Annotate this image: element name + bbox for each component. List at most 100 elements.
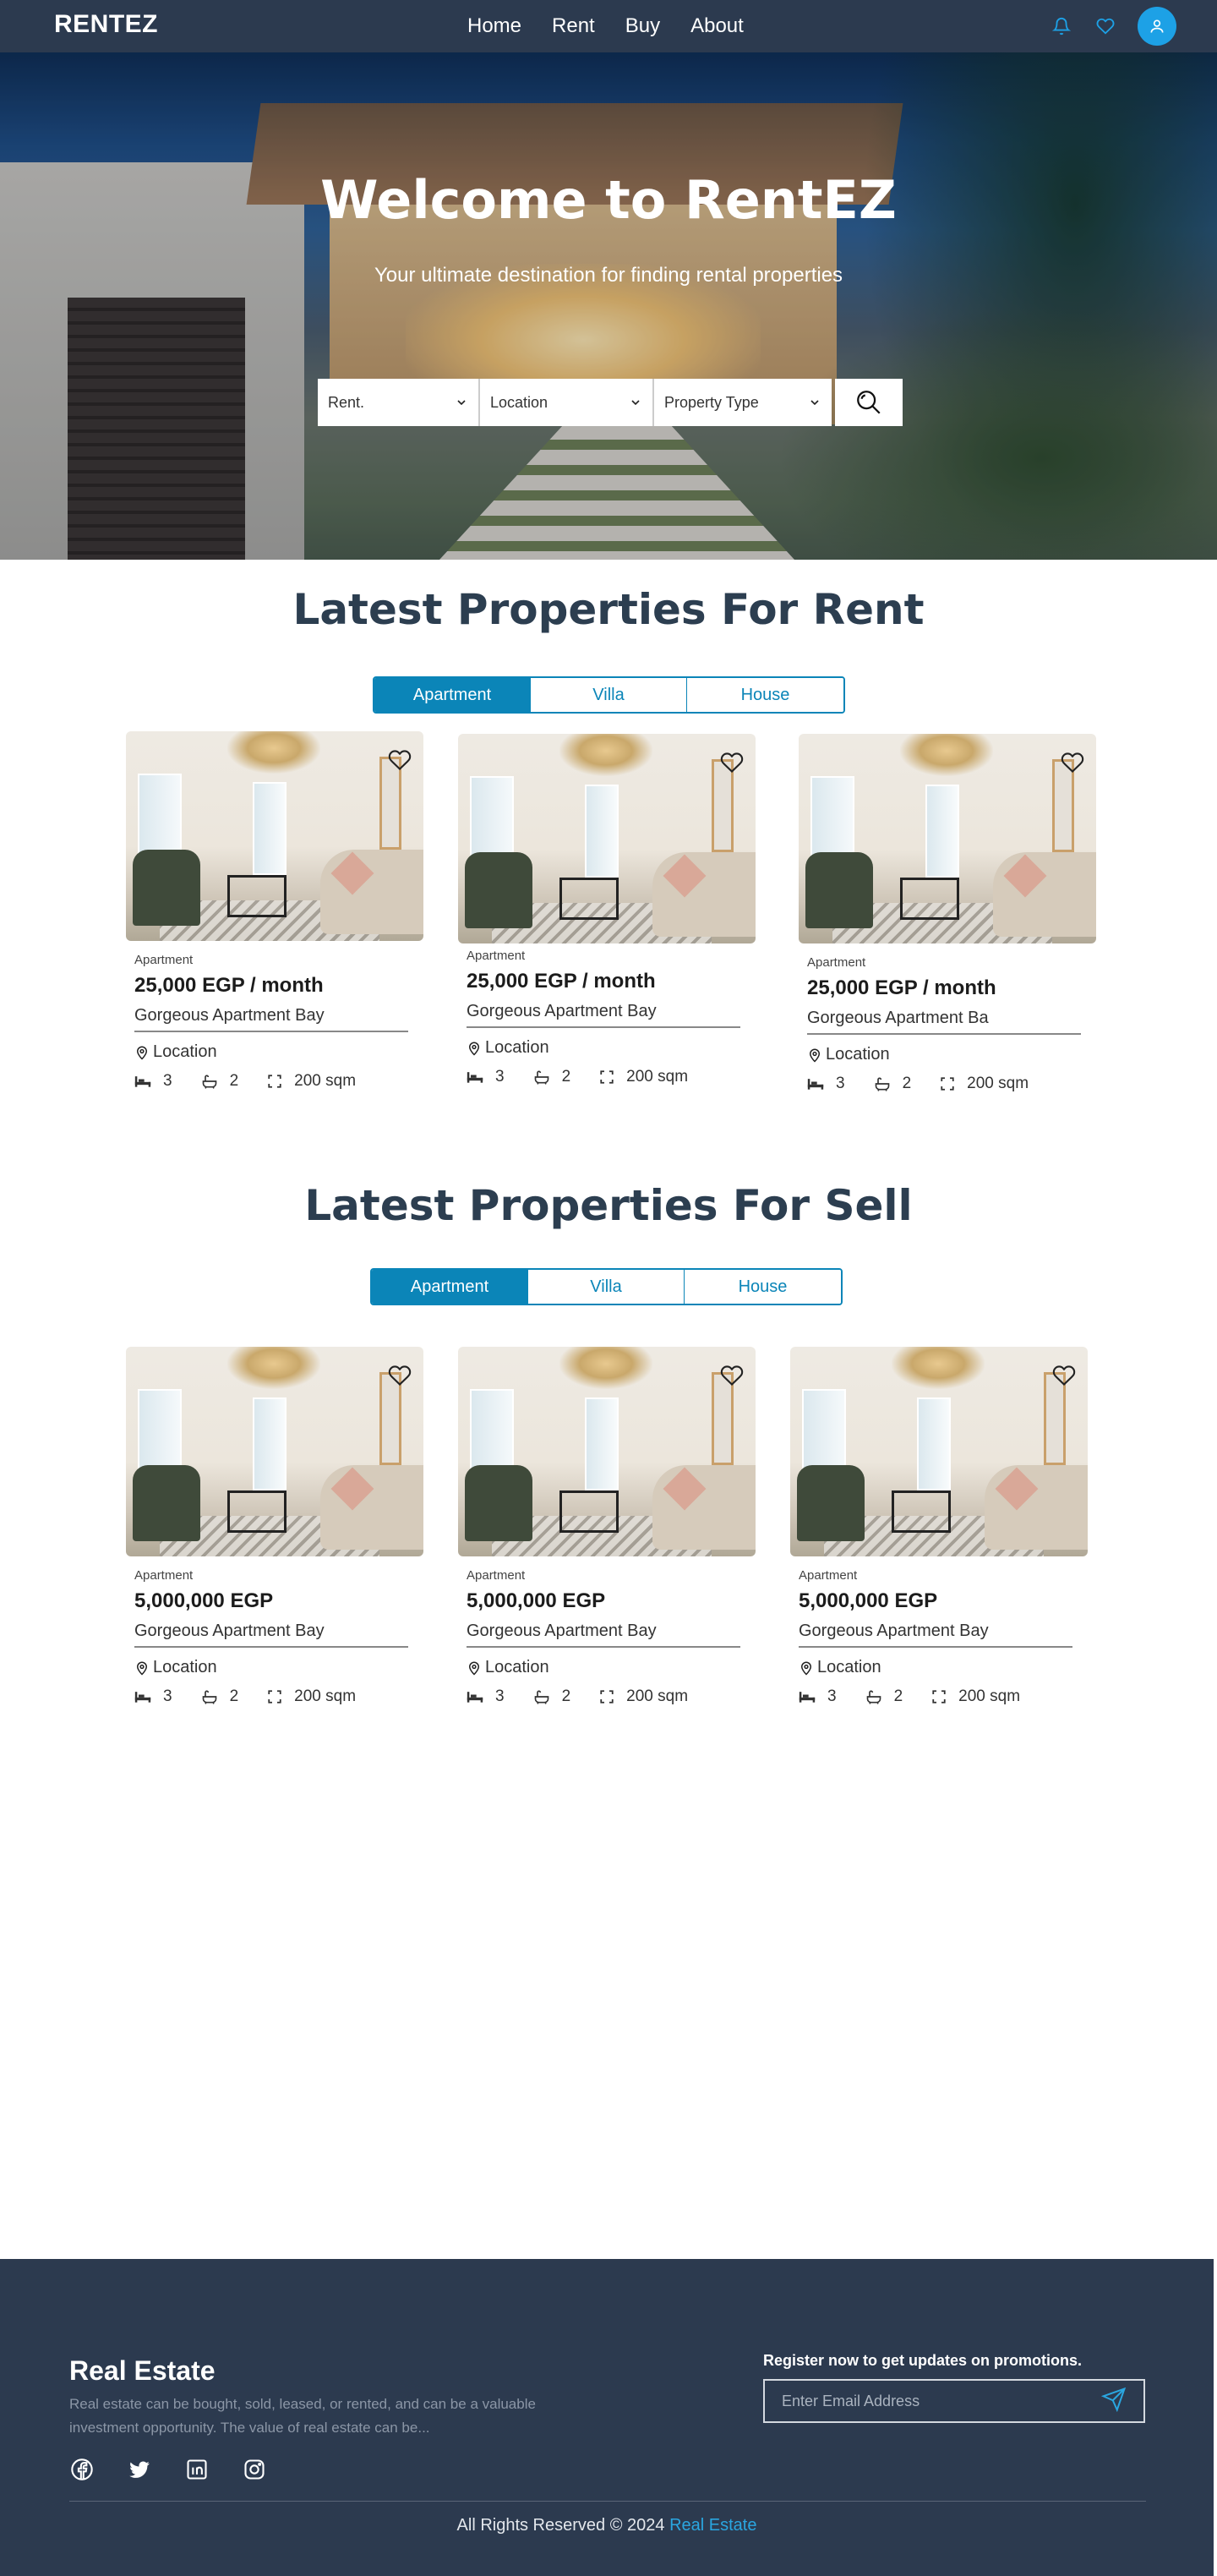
property-photo[interactable] <box>458 734 756 943</box>
property-photo[interactable] <box>458 1347 756 1556</box>
footer-divider <box>69 2501 1146 2502</box>
bath-icon <box>534 1690 548 1704</box>
property-price: 5,000,000 EGP <box>799 1589 938 1612</box>
newsletter-form <box>763 2379 1145 2423</box>
area-icon <box>600 1690 614 1704</box>
location-select[interactable]: Location <box>480 379 654 426</box>
property-type: Apartment <box>134 953 194 967</box>
property-name[interactable]: Gorgeous Apartment Bay <box>799 1622 1072 1648</box>
property-location: Location <box>467 1038 756 1058</box>
area-icon <box>268 1690 281 1704</box>
favorite-heart-icon[interactable] <box>720 751 744 774</box>
bed-count: 3 <box>827 1687 837 1705</box>
sell-tab-house[interactable]: House <box>685 1270 841 1304</box>
footer-social-links <box>69 2457 267 2482</box>
facebook-icon[interactable] <box>69 2457 95 2482</box>
property-name[interactable]: Gorgeous Apartment Bay <box>134 1006 408 1032</box>
location-pin-icon <box>809 1048 821 1063</box>
property-name[interactable]: Gorgeous Apartment Ba <box>807 1009 1081 1035</box>
location-pin-icon <box>800 1661 812 1676</box>
rent-property-card[interactable]: Apartment 25,000 EGP / month Gorgeous Ap… <box>126 731 423 1091</box>
rent-property-card[interactable]: Apartment 25,000 EGP / month Gorgeous Ap… <box>458 734 756 1086</box>
property-photo[interactable] <box>126 731 423 941</box>
favorite-heart-icon[interactable] <box>1061 751 1084 774</box>
sell-property-card[interactable]: Apartment 5,000,000 EGP Gorgeous Apartme… <box>126 1347 423 1706</box>
bath-icon <box>534 1070 548 1085</box>
sell-tab-apartment[interactable]: Apartment <box>372 1270 528 1304</box>
instagram-icon[interactable] <box>242 2457 267 2482</box>
twitter-icon[interactable] <box>127 2457 152 2482</box>
property-location: Location <box>134 1658 423 1677</box>
email-input[interactable] <box>782 2392 1069 2410</box>
bed-icon <box>134 1076 151 1087</box>
rent-tab-house[interactable]: House <box>687 678 843 712</box>
property-type: Apartment <box>467 949 526 963</box>
footer-description: Real estate can be bought, sold, leased,… <box>69 2396 536 2436</box>
linkedin-icon[interactable] <box>184 2457 210 2482</box>
area-value: 200 sqm <box>294 1687 357 1705</box>
hero-banner: Welcome to RentEZ Your ultimate destinat… <box>0 52 1217 560</box>
property-name[interactable]: Gorgeous Apartment Bay <box>134 1622 408 1648</box>
property-type-select-value: Property Type <box>664 393 759 411</box>
area-icon <box>600 1070 614 1084</box>
bath-count: 2 <box>229 1072 239 1090</box>
rent-section-title: Latest Properties For Rent <box>292 585 925 634</box>
rent-tab-apartment[interactable]: Apartment <box>374 678 531 712</box>
area-value: 200 sqm <box>294 1072 357 1090</box>
footer-register-text: Register now to get updates on promotion… <box>763 2352 1083 2369</box>
property-name[interactable]: Gorgeous Apartment Bay <box>467 1622 740 1648</box>
nav-link-home[interactable]: Home <box>467 14 521 38</box>
sell-property-card[interactable]: Apartment 5,000,000 EGP Gorgeous Apartme… <box>458 1347 756 1706</box>
property-price: 25,000 EGP / month <box>807 976 996 999</box>
bath-count: 2 <box>893 1687 903 1705</box>
bell-icon[interactable] <box>1050 14 1073 38</box>
property-type-select[interactable]: Property Type <box>654 379 832 426</box>
user-icon <box>1150 19 1164 33</box>
search-icon <box>857 391 881 414</box>
property-photo[interactable] <box>790 1347 1088 1556</box>
sell-property-card[interactable]: Apartment 5,000,000 EGP Gorgeous Apartme… <box>790 1347 1088 1706</box>
send-button[interactable] <box>1100 2387 1127 2416</box>
property-photo[interactable] <box>799 734 1096 943</box>
search-button[interactable] <box>835 379 903 426</box>
nav-link-about[interactable]: About <box>690 14 744 38</box>
property-photo[interactable] <box>126 1347 423 1556</box>
sell-tab-villa[interactable]: Villa <box>528 1270 685 1304</box>
rent-property-card[interactable]: Apartment 25,000 EGP / month Gorgeous Ap… <box>799 734 1096 1093</box>
footer: Real Estate Real estate can be bought, s… <box>0 2259 1214 2576</box>
favorite-heart-icon[interactable] <box>388 1364 412 1387</box>
bed-count: 3 <box>163 1072 172 1090</box>
area-value: 200 sqm <box>626 1068 689 1086</box>
type-select[interactable]: Rent. <box>318 379 480 426</box>
chevron-down-icon <box>631 400 640 406</box>
property-name[interactable]: Gorgeous Apartment Bay <box>467 1002 740 1028</box>
favorite-heart-icon[interactable] <box>1052 1364 1076 1387</box>
bed-icon <box>807 1079 824 1090</box>
favorite-heart-icon[interactable] <box>388 748 412 772</box>
bed-count: 3 <box>495 1068 505 1086</box>
property-features: 3 2 200 sqm <box>134 1072 423 1091</box>
footer-brand-link[interactable]: Real Estate <box>669 2516 756 2535</box>
footer-copyright: All Rights Reserved © 2024 Real Estate <box>456 2516 757 2535</box>
property-location: Location <box>467 1658 756 1677</box>
heart-icon[interactable] <box>1094 14 1117 38</box>
location-pin-icon <box>136 1661 148 1676</box>
nav-links: Home Rent Buy About <box>467 14 744 38</box>
user-avatar-button[interactable] <box>1138 7 1176 46</box>
property-features: 3 2 200 sqm <box>467 1068 756 1086</box>
area-value: 200 sqm <box>958 1687 1021 1705</box>
hero-subtitle: Your ultimate destination for finding re… <box>374 264 843 287</box>
bath-icon <box>875 1077 889 1091</box>
rent-tab-villa[interactable]: Villa <box>531 678 687 712</box>
area-icon <box>268 1075 281 1088</box>
navbar: RENTEZ Home Rent Buy About <box>0 0 1217 52</box>
property-type: Apartment <box>134 1568 194 1583</box>
nav-link-rent[interactable]: Rent <box>552 14 595 38</box>
property-type: Apartment <box>799 1568 858 1583</box>
bed-icon <box>134 1692 151 1703</box>
nav-link-buy[interactable]: Buy <box>625 14 660 38</box>
favorite-heart-icon[interactable] <box>720 1364 744 1387</box>
bed-icon <box>799 1692 816 1703</box>
brand-logo[interactable]: RENTEZ <box>54 10 158 39</box>
send-icon <box>1100 2387 1127 2412</box>
